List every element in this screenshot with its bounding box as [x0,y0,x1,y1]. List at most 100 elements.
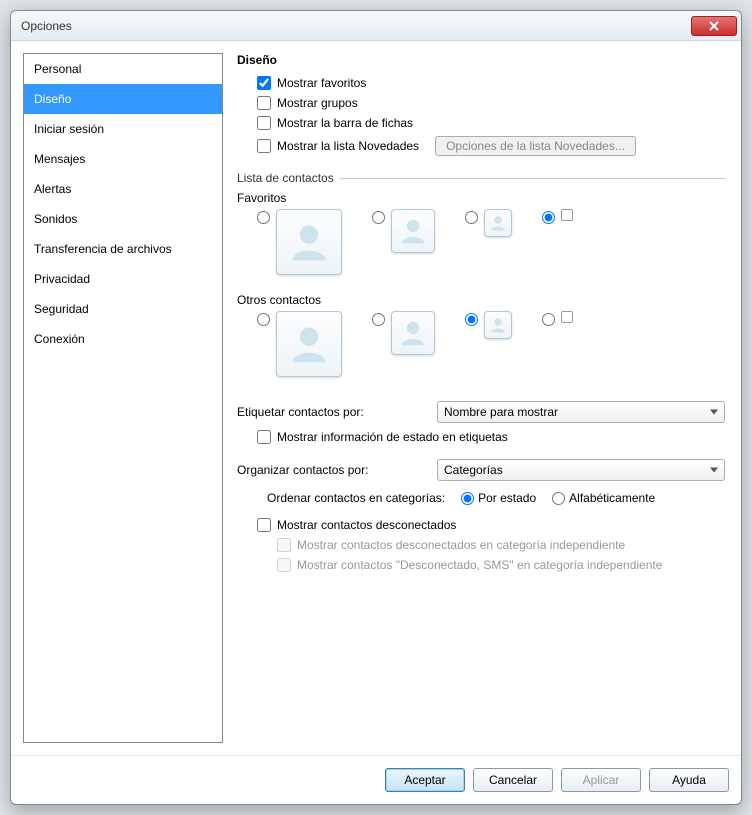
checkbox-offline-sms-separate [277,558,291,572]
row-show-news: Mostrar la lista Novedades Opciones de l… [237,133,725,159]
radio-favorites-medium[interactable] [372,211,385,224]
person-icon [287,322,331,366]
news-options-button: Opciones de la lista Novedades... [435,136,636,156]
others-size-row [237,311,725,377]
sidebar-item-privacidad[interactable]: Privacidad [24,264,222,294]
help-button[interactable]: Ayuda [649,768,729,792]
sidebar-item-diseno[interactable]: Diseño [24,84,222,114]
divider [340,178,725,179]
chevron-down-icon [710,410,718,415]
sort-by-status-option[interactable]: Por estado [461,491,536,505]
radio-others-small[interactable] [465,313,478,326]
no-avatar-preview [561,311,573,323]
sort-alpha-option[interactable]: Alfabéticamente [552,491,655,505]
sidebar-item-seguridad[interactable]: Seguridad [24,294,222,324]
row-show-groups: Mostrar grupos [237,93,725,113]
organize-by-value: Categorías [444,463,503,477]
radio-favorites-none[interactable] [542,211,555,224]
row-show-favorites: Mostrar favoritos [237,73,725,93]
label-show-news: Mostrar la lista Novedades [277,139,419,153]
row-offline-separate: Mostrar contactos desconectados en categ… [237,535,725,555]
cancel-button[interactable]: Cancelar [473,768,553,792]
row-offline-sms-separate: Mostrar contactos "Desconectado, SMS" en… [237,555,725,575]
checkbox-show-favorites[interactable] [257,76,271,90]
sidebar-item-conexion[interactable]: Conexión [24,324,222,354]
checkbox-show-offline[interactable] [257,518,271,532]
sort-label: Ordenar contactos en categorías: [267,491,445,505]
contact-list-label: Lista de contactos [237,171,334,185]
avatar-large-preview [276,311,342,377]
others-opt-small[interactable] [465,311,512,339]
checkbox-offline-separate [277,538,291,552]
sidebar-item-mensajes[interactable]: Mensajes [24,144,222,174]
tag-by-row: Etiquetar contactos por: Nombre para mos… [237,401,725,423]
others-opt-none[interactable] [542,311,573,326]
sidebar-item-iniciar-sesion[interactable]: Iniciar sesión [24,114,222,144]
sidebar-item-personal[interactable]: Personal [24,54,222,84]
favorites-opt-small[interactable] [465,209,512,237]
person-icon [398,216,428,246]
sidebar-item-sonidos[interactable]: Sonidos [24,204,222,234]
avatar-large-preview [276,209,342,275]
dialog-content: Personal Diseño Iniciar sesión Mensajes … [11,41,741,755]
label-offline-sms-separate: Mostrar contactos "Desconectado, SMS" en… [297,558,662,572]
person-icon [489,214,507,232]
checkbox-show-news[interactable] [257,139,271,153]
radio-others-large[interactable] [257,313,270,326]
organize-by-row: Organizar contactos por: Categorías [237,459,725,481]
person-icon [287,220,331,264]
others-opt-medium[interactable] [372,311,435,355]
row-show-status-info: Mostrar información de estado en etiquet… [237,427,725,447]
label-show-favorites: Mostrar favoritos [277,76,366,90]
tag-by-combo[interactable]: Nombre para mostrar [437,401,725,423]
person-icon [489,316,507,334]
checkbox-show-groups[interactable] [257,96,271,110]
titlebar: Opciones [11,11,741,41]
chevron-down-icon [710,468,718,473]
avatar-medium-preview [391,311,435,355]
close-icon [708,21,720,31]
favorites-sublabel: Favoritos [237,191,725,205]
radio-favorites-large[interactable] [257,211,270,224]
avatar-small-preview [484,311,512,339]
person-icon [398,318,428,348]
favorites-size-row [237,209,725,275]
label-offline-separate: Mostrar contactos desconectados en categ… [297,538,625,552]
favorites-opt-large[interactable] [257,209,342,275]
radio-sort-status[interactable] [461,492,474,505]
panel-heading: Diseño [237,53,725,67]
others-opt-large[interactable] [257,311,342,377]
sort-alpha-label: Alfabéticamente [569,491,655,505]
window-title: Opciones [21,19,691,33]
checkbox-show-status-info[interactable] [257,430,271,444]
avatar-medium-preview [391,209,435,253]
radio-others-medium[interactable] [372,313,385,326]
dialog-footer: Aceptar Cancelar Aplicar Ayuda [11,755,741,804]
checkbox-show-tabbar[interactable] [257,116,271,130]
favorites-opt-medium[interactable] [372,209,435,253]
row-show-offline: Mostrar contactos desconectados [237,515,725,535]
radio-favorites-small[interactable] [465,211,478,224]
organize-by-label: Organizar contactos por: [237,463,437,477]
radio-sort-alpha[interactable] [552,492,565,505]
row-show-tabbar: Mostrar la barra de fichas [237,113,725,133]
sidebar-item-transferencia[interactable]: Transferencia de archivos [24,234,222,264]
sidebar-item-alertas[interactable]: Alertas [24,174,222,204]
design-panel: Diseño Mostrar favoritos Mostrar grupos … [233,53,729,743]
avatar-small-preview [484,209,512,237]
apply-button: Aplicar [561,768,641,792]
label-show-tabbar: Mostrar la barra de fichas [277,116,413,130]
options-dialog: Opciones Personal Diseño Iniciar sesión … [10,10,742,805]
tag-by-label: Etiquetar contactos por: [237,405,437,419]
contact-list-group: Lista de contactos [237,171,725,185]
favorites-opt-none[interactable] [542,209,573,224]
label-show-groups: Mostrar grupos [277,96,358,110]
close-button[interactable] [691,16,737,36]
organize-by-combo[interactable]: Categorías [437,459,725,481]
accept-button[interactable]: Aceptar [385,768,465,792]
radio-others-none[interactable] [542,313,555,326]
sort-status-label: Por estado [478,491,536,505]
category-sidebar: Personal Diseño Iniciar sesión Mensajes … [23,53,223,743]
sort-row: Ordenar contactos en categorías: Por est… [237,491,725,505]
label-show-offline: Mostrar contactos desconectados [277,518,456,532]
